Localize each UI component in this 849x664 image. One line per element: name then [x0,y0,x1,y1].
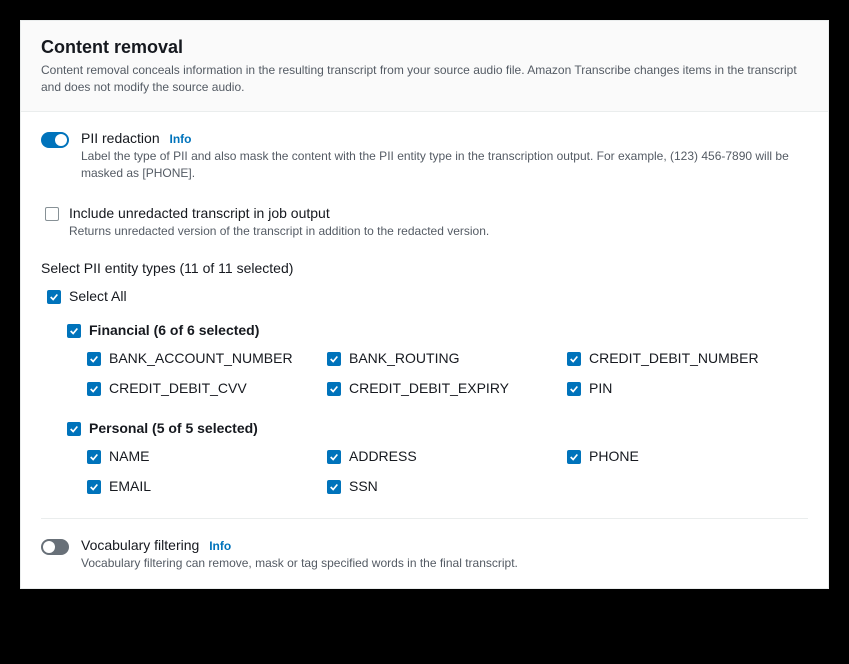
entity-label: PHONE [589,448,639,464]
include-unredacted-row: Include unredacted transcript in job out… [45,205,808,240]
entity-groups: Financial (6 of 6 selected) BANK_ACCOUNT_… [41,322,808,494]
entity-item: CREDIT_DEBIT_CVV [87,380,327,396]
vocab-filtering-toggle[interactable] [41,539,69,555]
include-unredacted-description: Returns unredacted version of the transc… [69,223,808,240]
entity-label: BANK_ACCOUNT_NUMBER [109,350,293,366]
entity-checkbox[interactable] [87,450,101,464]
entity-label: EMAIL [109,478,151,494]
vocab-filtering-description: Vocabulary filtering can remove, mask or… [81,555,808,572]
entity-group-header: Personal (5 of 5 selected) [67,420,808,436]
check-icon [89,452,99,462]
include-unredacted-checkbox[interactable] [45,207,59,221]
panel-description: Content removal conceals information in … [41,62,808,97]
pii-redaction-info-link[interactable]: Info [170,132,192,146]
entity-item: ADDRESS [327,448,567,464]
check-icon [89,354,99,364]
entity-item: NAME [87,448,327,464]
select-all-row: Select All [47,288,808,304]
pii-redaction-toggle[interactable] [41,132,69,148]
entity-label: BANK_ROUTING [349,350,459,366]
group-checkbox[interactable] [67,324,81,338]
entity-checkbox[interactable] [87,352,101,366]
panel-title: Content removal [41,37,808,58]
check-icon [89,482,99,492]
check-icon [569,354,579,364]
entity-checkbox[interactable] [567,382,581,396]
vocab-filtering-row: Vocabulary filtering Info Vocabulary fil… [41,537,808,572]
entity-item: CREDIT_DEBIT_NUMBER [567,350,807,366]
entity-label: NAME [109,448,149,464]
group-label: Personal (5 of 5 selected) [89,420,258,436]
content-removal-panel: Content removal Content removal conceals… [20,20,829,589]
entity-item: PHONE [567,448,807,464]
vocab-filtering-info-link[interactable]: Info [209,539,231,553]
entity-item: EMAIL [87,478,327,494]
pii-redaction-label: PII redaction [81,130,160,146]
vocab-filtering-label: Vocabulary filtering [81,537,199,553]
entity-item: PIN [567,380,807,396]
divider [41,518,808,519]
entity-group-header: Financial (6 of 6 selected) [67,322,808,338]
check-icon [569,452,579,462]
check-icon [329,384,339,394]
check-icon [329,482,339,492]
select-all-label: Select All [69,288,127,304]
entity-checkbox[interactable] [327,382,341,396]
check-icon [89,384,99,394]
entity-label: SSN [349,478,378,494]
group-checkbox[interactable] [67,422,81,436]
panel-header: Content removal Content removal conceals… [21,21,828,112]
panel-body: PII redaction Info Label the type of PII… [21,112,828,589]
entity-label: CREDIT_DEBIT_CVV [109,380,247,396]
entity-item: BANK_ACCOUNT_NUMBER [87,350,327,366]
toggle-knob [43,541,55,553]
entity-label: ADDRESS [349,448,417,464]
entity-checkbox[interactable] [87,480,101,494]
entity-grid: NAME ADDRESS PHONE EMAIL SSN [87,448,808,494]
entity-checkbox[interactable] [567,450,581,464]
check-icon [569,384,579,394]
entity-label: PIN [589,380,612,396]
entity-checkbox[interactable] [327,450,341,464]
check-icon [69,424,79,434]
check-icon [49,292,59,302]
entity-item: CREDIT_DEBIT_EXPIRY [327,380,567,396]
toggle-knob [55,134,67,146]
pii-redaction-row: PII redaction Info Label the type of PII… [41,130,808,183]
entity-checkbox[interactable] [327,352,341,366]
entity-item: BANK_ROUTING [327,350,567,366]
group-label: Financial (6 of 6 selected) [89,322,259,338]
entity-item: SSN [327,478,567,494]
entity-grid: BANK_ACCOUNT_NUMBER BANK_ROUTING CREDIT_DE… [87,350,808,396]
select-entity-types-label: Select PII entity types (11 of 11 select… [41,260,808,276]
entity-label: CREDIT_DEBIT_NUMBER [589,350,759,366]
check-icon [329,354,339,364]
entity-checkbox[interactable] [87,382,101,396]
entity-checkbox[interactable] [327,480,341,494]
pii-redaction-description: Label the type of PII and also mask the … [81,148,808,183]
check-icon [69,326,79,336]
select-all-checkbox[interactable] [47,290,61,304]
entity-checkbox[interactable] [567,352,581,366]
include-unredacted-label: Include unredacted transcript in job out… [69,205,808,221]
entity-label: CREDIT_DEBIT_EXPIRY [349,380,509,396]
check-icon [329,452,339,462]
